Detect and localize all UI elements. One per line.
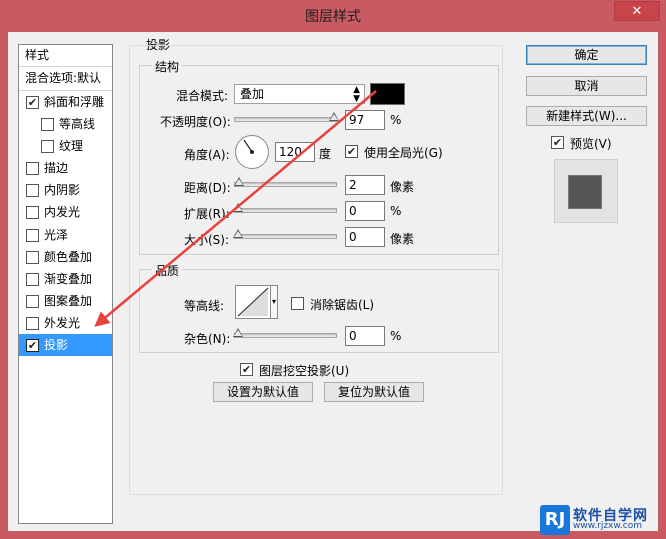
watermark-url: www.rjzxw.com — [573, 521, 642, 531]
watermark-logo: RJ — [540, 505, 570, 535]
annotation-arrow — [94, 90, 377, 327]
watermark: RJ 软件自学网 www.rjzxw.com — [540, 505, 660, 535]
